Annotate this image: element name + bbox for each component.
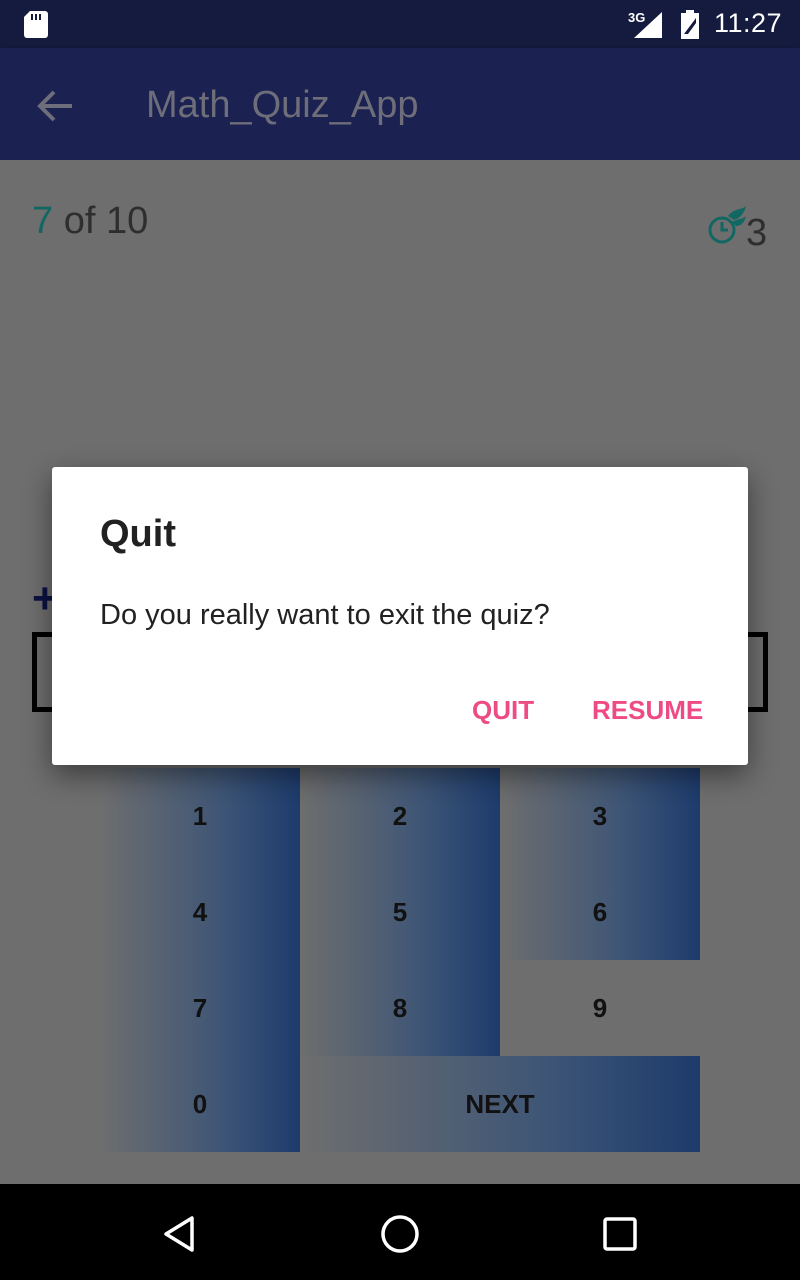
- back-arrow-icon: [37, 90, 72, 122]
- question-progress: 7 of 10: [32, 200, 148, 243]
- app-bar: Math_Quiz_App: [0, 48, 800, 160]
- number-keypad: 1 2 3 4 5 6 7 8 9 0 NEXT: [100, 768, 700, 1152]
- timer-icon: [708, 206, 746, 244]
- back-button[interactable]: [28, 78, 84, 134]
- home-circle-icon[interactable]: [378, 1212, 422, 1256]
- key-2[interactable]: 2: [300, 768, 500, 864]
- sd-card-icon: [24, 11, 48, 38]
- current-question-number: 7: [32, 200, 54, 242]
- resume-button[interactable]: RESUME: [592, 695, 703, 726]
- key-9[interactable]: 9: [500, 960, 700, 1056]
- key-1[interactable]: 1: [100, 768, 300, 864]
- key-5[interactable]: 5: [300, 864, 500, 960]
- back-triangle-icon[interactable]: [158, 1212, 202, 1256]
- key-0[interactable]: 0: [100, 1056, 300, 1152]
- app-title: Math_Quiz_App: [146, 84, 419, 126]
- dialog-title: Quit: [100, 513, 176, 555]
- status-clock: 11:27: [714, 8, 783, 38]
- navigation-bar: [0, 1184, 800, 1280]
- key-6[interactable]: 6: [500, 864, 700, 960]
- recents-square-icon[interactable]: [598, 1212, 642, 1256]
- quit-button[interactable]: QUIT: [472, 695, 534, 726]
- key-7[interactable]: 7: [100, 960, 300, 1056]
- quit-dialog: Quit Do you really want to exit the quiz…: [52, 467, 748, 765]
- battery-icon: [681, 10, 699, 39]
- total-questions-text: of 10: [53, 200, 149, 242]
- signal-icon: [634, 12, 662, 38]
- key-8[interactable]: 8: [300, 960, 500, 1056]
- timer-value: 3: [746, 212, 768, 254]
- dialog-message: Do you really want to exit the quiz?: [100, 599, 550, 631]
- key-3[interactable]: 3: [500, 768, 700, 864]
- next-button[interactable]: NEXT: [300, 1056, 700, 1152]
- status-bar: 3G 11:27: [0, 0, 800, 48]
- key-4[interactable]: 4: [100, 864, 300, 960]
